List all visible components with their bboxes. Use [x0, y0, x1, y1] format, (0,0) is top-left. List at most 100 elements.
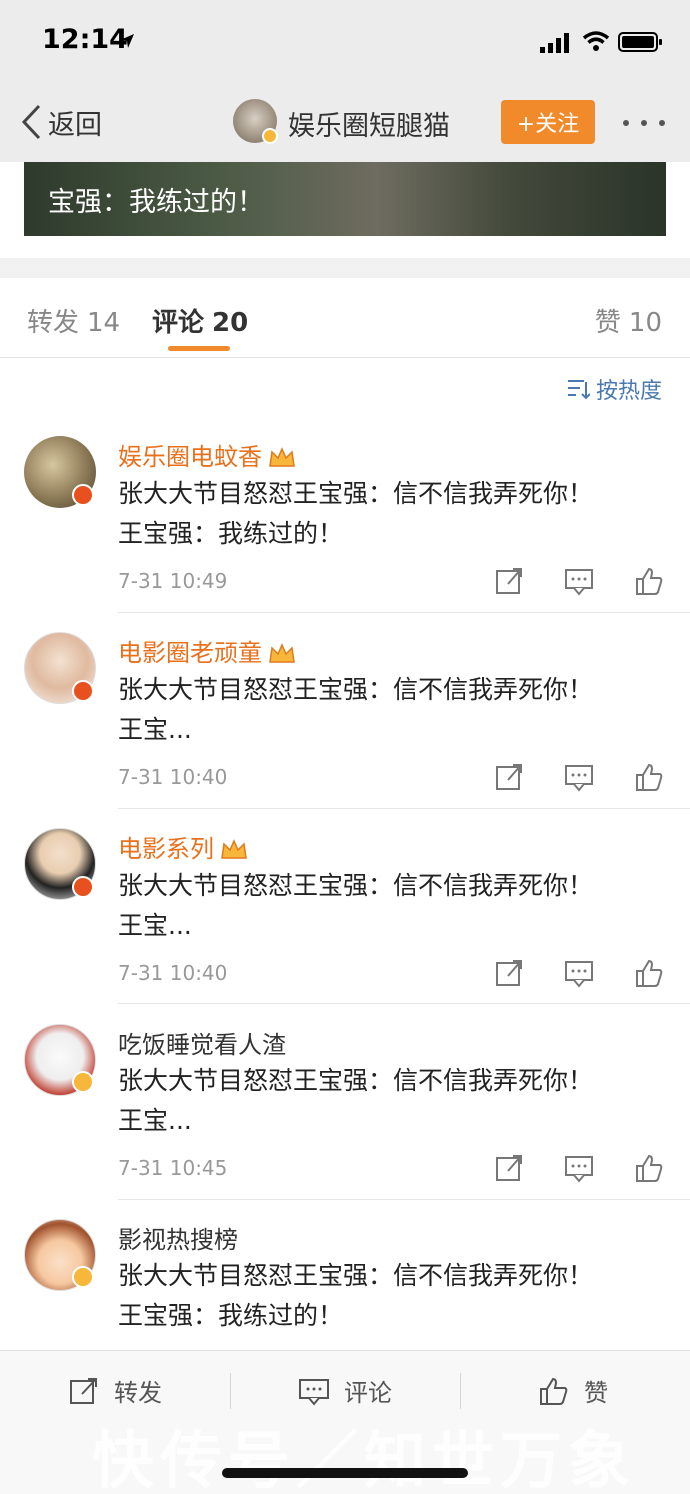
comment-text-line: 张大大节目怒怼王宝强：信不信我弄死你！ [118, 675, 594, 704]
comment-text-line: 王宝强：我练过的！ [118, 1301, 344, 1330]
repost-icon[interactable] [494, 958, 524, 988]
comment-divider [118, 808, 690, 809]
chevron-left-icon [21, 104, 41, 140]
verified-badge-icon [72, 1071, 94, 1093]
sort-label: 按热度 [596, 379, 663, 404]
comment-divider [118, 612, 690, 613]
active-tab-indicator [168, 346, 230, 351]
commenter-name[interactable]: 吃饭睡觉看人渣 [118, 1025, 286, 1060]
status-time: 12:14 [42, 24, 128, 55]
repost-button[interactable]: 转发 [68, 1373, 162, 1408]
verified-badge-icon [72, 680, 94, 702]
comment-text: 张大大节目怒怼王宝强：信不信我弄死你！ 王宝... [118, 670, 658, 750]
tab-repost[interactable]: 转发 14 [27, 302, 120, 339]
section-divider [0, 258, 690, 278]
comment-text: 张大大节目怒怼王宝强：信不信我弄死你！ 王宝... [118, 1061, 658, 1141]
follow-button[interactable]: +关注 [501, 100, 595, 144]
commenter-name-text: 影视热搜榜 [118, 1226, 238, 1254]
tab-bar: 转发 14 评论 20 赞 10 [0, 278, 690, 358]
tab-comments[interactable]: 评论 20 [152, 302, 248, 339]
comment-text-line: 张大大节目怒怼王宝强：信不信我弄死你！ [118, 1261, 594, 1290]
commenter-name-text: 吃饭睡觉看人渣 [118, 1031, 286, 1059]
sort-by-hot-button[interactable]: 按热度 [566, 373, 662, 405]
comment-actions [494, 1153, 664, 1183]
commenter-name[interactable]: 电影圈老顽童 [118, 633, 296, 668]
like-icon[interactable] [634, 566, 664, 596]
repost-icon[interactable] [494, 762, 524, 792]
commenter-name-text: 娱乐圈电蚊香 [118, 443, 262, 471]
like-icon[interactable] [634, 958, 664, 988]
bar-divider [460, 1373, 461, 1409]
media-caption: 宝强：我练过的！ [48, 187, 264, 218]
comment-text: 张大大节目怒怼王宝强：信不信我弄死你！ 王宝强：我练过的！ [118, 1256, 658, 1336]
comment-icon[interactable] [564, 566, 594, 596]
repost-label: 转发 [114, 1379, 162, 1407]
like-icon[interactable] [634, 762, 664, 792]
battery-icon [618, 32, 662, 52]
watermark: 快传号／知世万象 [92, 1424, 637, 1494]
status-bar: 12:14 [0, 0, 690, 86]
comment-icon [299, 1378, 329, 1406]
commenter-name-text: 电影系列 [118, 835, 214, 863]
tab-repost-label: 转发 [27, 308, 80, 338]
back-button[interactable]: 返回 [20, 102, 102, 142]
crown-icon [269, 447, 295, 467]
repost-icon[interactable] [494, 1153, 524, 1183]
comment-button[interactable]: 评论 [298, 1373, 392, 1408]
commenter-name[interactable]: 影视热搜榜 [118, 1220, 238, 1255]
comment-icon[interactable] [564, 958, 594, 988]
bar-divider [230, 1373, 231, 1409]
comment-label: 评论 [344, 1379, 392, 1407]
comment-actions [494, 958, 664, 988]
comment-text-line: 王宝... [118, 911, 192, 940]
comment-text-line: 张大大节目怒怼王宝强：信不信我弄死你！ [118, 1066, 594, 1095]
comment-text-line: 王宝... [118, 715, 192, 744]
author-name[interactable]: 娱乐圈短腿猫 [288, 104, 450, 143]
crown-icon [221, 839, 247, 859]
like-button[interactable]: 赞 [538, 1373, 608, 1408]
like-label: 赞 [584, 1379, 608, 1407]
tab-likes-count: 10 [628, 308, 662, 338]
verified-badge-icon [72, 876, 94, 898]
comment-timestamp: 7-31 10:49 [118, 569, 228, 593]
commenter-name[interactable]: 电影系列 [118, 829, 248, 864]
comment-timestamp: 7-31 10:45 [118, 1156, 228, 1180]
tab-comments-label: 评论 [152, 308, 205, 338]
commenter-name[interactable]: 娱乐圈电蚊香 [118, 437, 296, 472]
verified-badge-icon [262, 128, 278, 144]
verified-badge-icon [72, 484, 94, 506]
comment-timestamp: 7-31 10:40 [118, 961, 228, 985]
comment-text: 张大大节目怒怼王宝强：信不信我弄死你！ 王宝... [118, 866, 658, 946]
comment-divider [118, 1003, 690, 1004]
cellular-signal-icon [540, 33, 569, 53]
comment-text-line: 王宝... [118, 1106, 192, 1135]
comment-text-line: 王宝强：我练过的！ [118, 519, 344, 548]
repost-icon[interactable] [494, 566, 524, 596]
tab-likes-label: 赞 [594, 308, 621, 338]
comment-icon[interactable] [564, 1153, 594, 1183]
comment-text-line: 张大大节目怒怼王宝强：信不信我弄死你！ [118, 871, 594, 900]
like-icon[interactable] [634, 1153, 664, 1183]
wifi-icon [582, 31, 610, 51]
comment-icon[interactable] [564, 762, 594, 792]
back-label: 返回 [48, 109, 102, 141]
verified-badge-icon [72, 1266, 94, 1288]
sort-icon [568, 380, 590, 400]
more-options-icon[interactable] [620, 108, 668, 138]
crown-icon [269, 643, 295, 663]
post-media[interactable]: 宝强：我练过的！ [24, 162, 666, 236]
tab-comments-count: 20 [212, 308, 249, 338]
comment-text-line: 张大大节目怒怼王宝强：信不信我弄死你！ [118, 479, 594, 508]
comment-text: 张大大节目怒怼王宝强：信不信我弄死你！ 王宝强：我练过的！ [118, 474, 658, 554]
comment-actions [494, 566, 664, 596]
comment-divider [118, 1199, 690, 1200]
comment-timestamp: 7-31 10:40 [118, 765, 228, 789]
location-arrow-icon [120, 34, 134, 48]
nav-bar: 返回 娱乐圈短腿猫 +关注 [0, 86, 690, 162]
repost-icon [70, 1377, 97, 1404]
commenter-name-text: 电影圈老顽童 [118, 639, 262, 667]
home-indicator[interactable] [222, 1468, 468, 1478]
tab-repost-count: 14 [87, 308, 121, 338]
tab-likes[interactable]: 赞 10 [595, 302, 662, 339]
comment-actions [494, 762, 664, 792]
